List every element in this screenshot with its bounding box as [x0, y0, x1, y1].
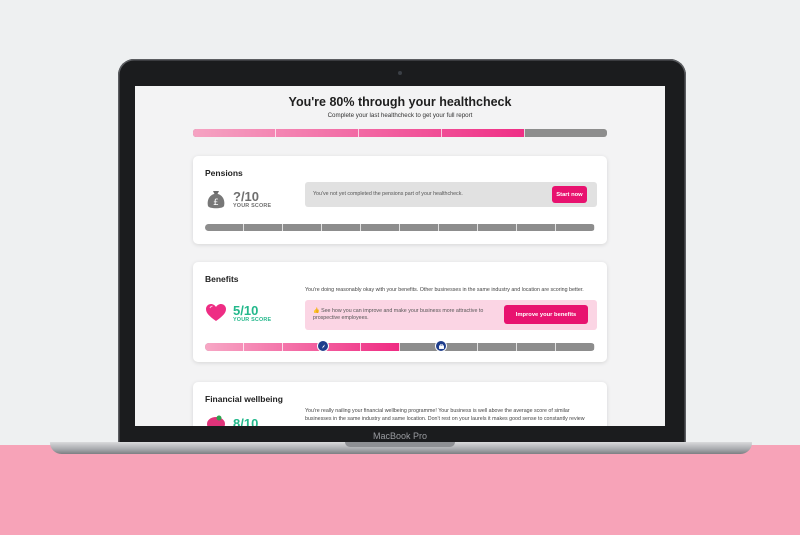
benefits-description: You're doing reasonably okay with your b…	[305, 287, 584, 293]
benefits-card: Benefits 5/10 YOUR SCORE You're doing re…	[193, 262, 607, 362]
page-subtitle: Complete your last healthcheck to get yo…	[327, 112, 473, 119]
benefits-score-label: YOUR SCORE	[233, 316, 272, 323]
financial-wellbeing-card: Financial wellbeing 8/10 You're really n…	[193, 382, 607, 426]
pensions-score-value: ?/10	[233, 188, 260, 204]
start-now-button[interactable]: Start now	[552, 186, 587, 203]
piggy-bank-icon	[205, 412, 227, 426]
benefits-score-bar	[205, 340, 595, 352]
pensions-score-label: YOUR SCORE	[233, 202, 272, 209]
pensions-score-bar	[205, 224, 595, 231]
svg-text:£: £	[213, 198, 219, 208]
compass-marker-icon	[317, 340, 329, 352]
laptop-notch	[345, 442, 455, 447]
page-title: You're 80% through your healthcheck	[288, 95, 512, 109]
improve-benefits-button[interactable]: Improve your benefits	[504, 305, 588, 324]
financial-wellbeing-score-value: 8/10	[233, 415, 259, 427]
financial-wellbeing-description: You're really nailing your financial wel…	[305, 408, 585, 422]
benefits-score-value: 5/10	[233, 302, 259, 318]
camera-icon	[398, 71, 402, 75]
pink-backdrop	[0, 445, 800, 535]
overall-progress-bar	[193, 129, 607, 137]
pensions-card: Pensions £ ?/10 YOUR SCORE You've not ye…	[193, 156, 607, 244]
pensions-score: £ ?/10 YOUR SCORE	[205, 188, 271, 210]
device-label: MacBook Pro	[372, 431, 428, 441]
money-bag-icon: £	[205, 188, 227, 210]
app-screen: You're 80% through your healthcheck Comp…	[135, 86, 665, 426]
briefcase-marker-icon	[435, 340, 447, 352]
financial-wellbeing-score: 8/10	[205, 412, 258, 426]
benefits-score: 5/10 YOUR SCORE	[205, 302, 271, 324]
financial-wellbeing-title: Financial wellbeing	[205, 394, 283, 404]
pensions-title: Pensions	[205, 168, 243, 178]
benefits-notice-text: 👍 See how you can improve and make your …	[313, 308, 484, 321]
heart-icon	[205, 302, 227, 324]
benefits-title: Benefits	[205, 274, 239, 284]
pensions-notice-text: You've not yet completed the pensions pa…	[313, 191, 463, 197]
